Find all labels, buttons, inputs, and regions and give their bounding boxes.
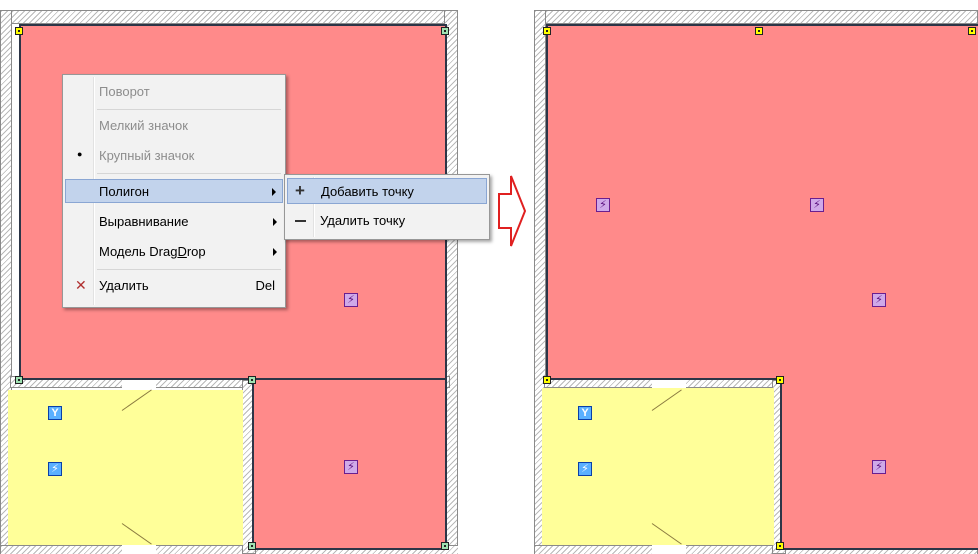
lightning-icon[interactable]: ⚡	[872, 460, 886, 474]
menu-item-label: Крупный значок	[99, 148, 195, 163]
minus-icon	[295, 220, 306, 222]
submenu-arrow-icon	[273, 218, 277, 226]
lightning-icon[interactable]: ⚡	[48, 462, 62, 476]
menu-item-remove-point[interactable]: Удалить точку	[287, 210, 487, 232]
right-arrow-icon	[498, 175, 527, 247]
vertex-handle[interactable]	[968, 27, 976, 35]
lightning-icon[interactable]: ⚡	[344, 293, 358, 307]
menu-item-label: Выравнивание	[99, 214, 189, 229]
vertex-handle[interactable]	[776, 542, 784, 550]
menu-item-rotate[interactable]: Поворот	[65, 81, 283, 103]
right-edge-strip	[458, 10, 466, 554]
vertex-handle[interactable]	[441, 542, 449, 550]
vertex-handle[interactable]	[248, 542, 256, 550]
bullet-icon: ●	[77, 149, 83, 159]
vertex-handle[interactable]	[15, 376, 23, 384]
wall-top	[0, 10, 466, 24]
door-gap-bottom	[652, 545, 686, 554]
submenu-arrow-icon	[272, 188, 276, 196]
delete-x-icon: ✕	[75, 277, 87, 293]
vertex-handle[interactable]	[441, 27, 449, 35]
door-gap-bottom	[122, 545, 156, 554]
vertex-handle[interactable]	[776, 376, 784, 384]
room-yellow[interactable]	[8, 390, 243, 545]
submenu-arrow-icon	[273, 248, 277, 256]
menu-item-label: Полигон	[99, 184, 150, 199]
menu-item-label: Мелкий значок	[99, 118, 188, 133]
context-menu: Поворот Мелкий значок ● Крупный значок П…	[62, 74, 286, 308]
menu-item-align[interactable]: Выравнивание	[65, 211, 283, 233]
menu-item-label: Модель DragDrop	[99, 244, 206, 259]
room-yellow[interactable]	[542, 388, 774, 545]
vertex-handle[interactable]	[15, 27, 23, 35]
menu-separator	[97, 109, 281, 110]
lightning-icon[interactable]: ⚡	[344, 460, 358, 474]
room-large-red[interactable]	[546, 24, 978, 380]
lightning-icon[interactable]: ⚡	[578, 462, 592, 476]
lightning-icon[interactable]: ⚡	[810, 198, 824, 212]
plus-icon: +	[295, 181, 305, 200]
menu-item-delete[interactable]: ✕ Удалить Del	[65, 275, 283, 297]
vertex-handle[interactable]	[755, 27, 763, 35]
menu-item-label: Добавить точку	[321, 184, 414, 199]
menu-item-label: Удалить точку	[320, 213, 406, 228]
menu-item-polygon[interactable]: Полигон	[65, 179, 283, 203]
socket-icon[interactable]: Y	[578, 406, 592, 420]
menu-item-shortcut: Del	[255, 278, 275, 293]
menu-item-small-icon[interactable]: Мелкий значок	[65, 115, 283, 137]
wall-top	[534, 10, 978, 24]
menu-item-label: Удалить	[99, 278, 149, 293]
lightning-icon[interactable]: ⚡	[872, 293, 886, 307]
menu-item-large-icon[interactable]: ● Крупный значок	[65, 145, 283, 167]
lightning-icon[interactable]: ⚡	[596, 198, 610, 212]
vertex-handle[interactable]	[543, 376, 551, 384]
menu-item-dragdrop-model[interactable]: Модель DragDrop	[65, 241, 283, 263]
floorplan-after[interactable]: ⚡ ⚡ ⚡ ⚡ Y ⚡	[534, 10, 978, 554]
socket-icon[interactable]: Y	[48, 406, 62, 420]
menu-item-add-point[interactable]: + Добавить точку	[287, 178, 487, 204]
polygon-submenu: + Добавить точку Удалить точку	[284, 174, 490, 240]
vertex-handle[interactable]	[543, 27, 551, 35]
menu-separator	[97, 269, 281, 270]
polygon-join-fill	[782, 376, 978, 382]
vertex-handle[interactable]	[248, 376, 256, 384]
menu-separator	[97, 173, 281, 174]
menu-item-label: Поворот	[99, 84, 150, 99]
